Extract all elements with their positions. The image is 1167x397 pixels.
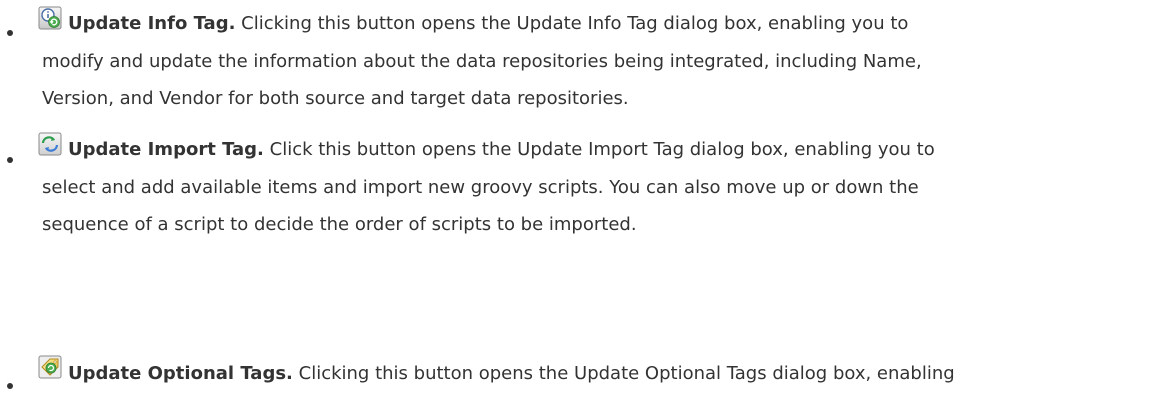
item-term: Update Info Tag. <box>68 13 236 34</box>
item-first-line: Update Import Tag. Click this button ope… <box>68 139 935 161</box>
item-text: Version, and Vendor for both source and … <box>42 88 629 109</box>
document-body: Update Info Tag. Clicking this button op… <box>0 0 1167 397</box>
bullet <box>7 383 13 389</box>
item-first-line: Update Optional Tags. Clicking this butt… <box>68 363 955 385</box>
bullet <box>7 30 13 36</box>
item-text: Clicking this button opens the Update In… <box>241 13 909 34</box>
item-text: modify and update the information about … <box>42 51 922 72</box>
bullet <box>7 157 13 163</box>
item-first-line: Update Info Tag. Clicking this button op… <box>68 13 908 35</box>
item-text: Click this button opens the Update Impor… <box>269 139 935 160</box>
optional-tags-update-icon <box>38 355 62 379</box>
info-update-icon <box>38 6 62 30</box>
item-text: select and add available items and impor… <box>42 177 919 198</box>
item-text: Clicking this button opens the Update Op… <box>298 363 955 384</box>
item-text: sequence of a script to decide the order… <box>42 214 637 235</box>
item-term: Update Import Tag. <box>68 139 264 160</box>
item-term: Update Optional Tags. <box>68 363 293 384</box>
import-update-icon <box>38 132 62 156</box>
